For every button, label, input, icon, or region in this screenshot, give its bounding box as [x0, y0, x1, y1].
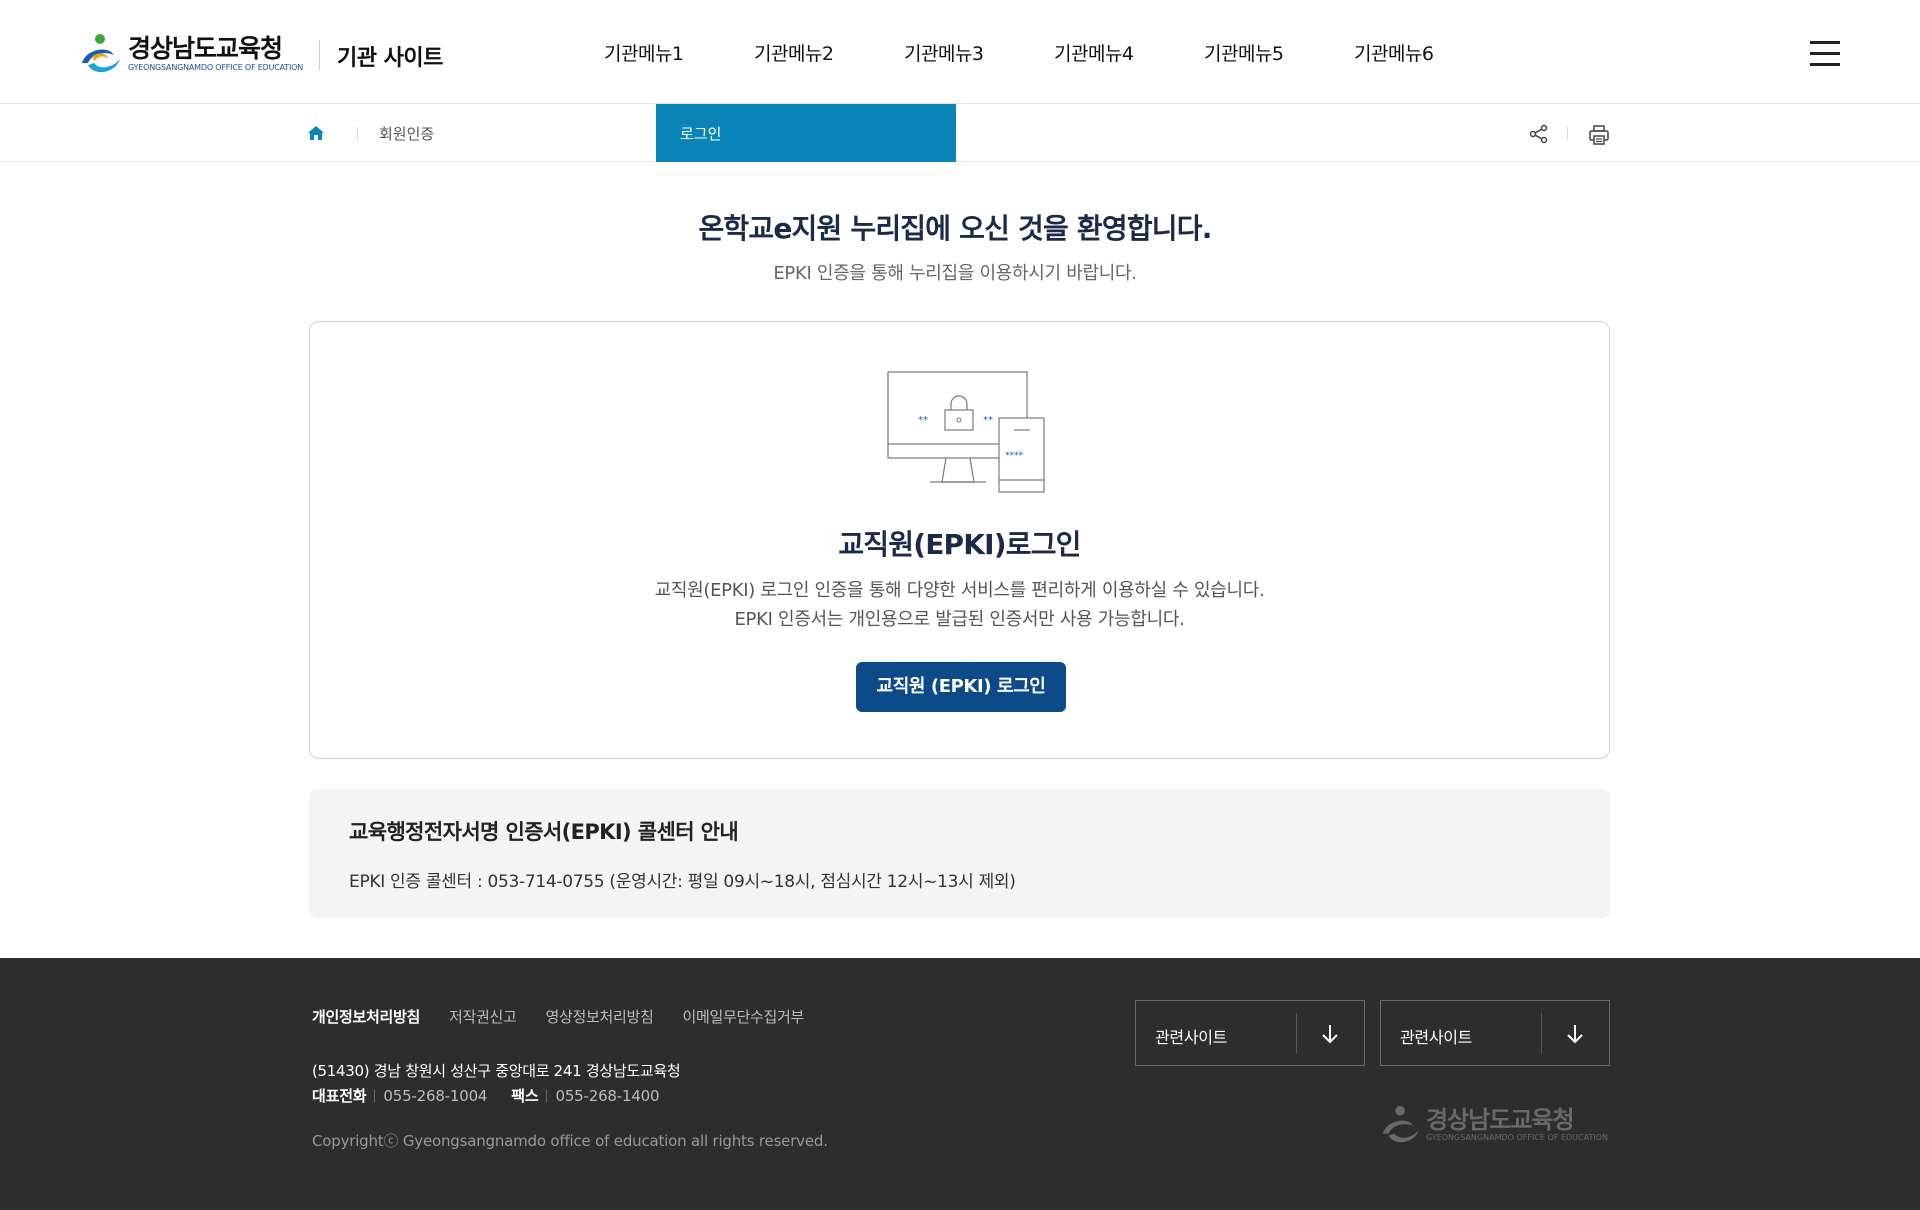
footer-links: 개인정보처리방침 저작권신고 영상정보처리방침 이메일무단수집거부	[312, 1006, 833, 1027]
epki-login-title: 교직원(EPKI)로그인	[838, 528, 1081, 561]
welcome-title: 온학교e지원 누리집에 오신 것을 환영합니다.	[698, 212, 1212, 245]
share-icon[interactable]	[1529, 124, 1549, 144]
logo-text: 경상남도교육청 GYEONGSANGNAMDO OFFICE OF EDUCAT…	[128, 35, 303, 73]
arrow-down-icon	[1567, 1025, 1583, 1044]
footer-logo-korean: 경상남도교육청	[1426, 1106, 1575, 1134]
footer-contact: 대표전화 055-268-1004 팩스 055-268-1400	[312, 1085, 660, 1106]
footer-logo: 경상남도교육청 GYEONGSANGNAMDO OFFICE OF EDUCAT…	[1378, 1105, 1608, 1145]
info-text: EPKI 인증 콜센터 : 053-714-0755 (운영시간: 평일 09시…	[349, 872, 1016, 892]
hamburger-icon[interactable]	[1810, 41, 1840, 67]
nav-menu-2[interactable]: 기관메뉴2	[754, 39, 904, 66]
breadcrumb-category[interactable]: 회원인증	[379, 123, 434, 144]
footer-logo-english: GYEONGSANGNAMDO OFFICE OF EDUCATION	[1426, 1133, 1608, 1142]
info-title: 교육행정전자서명 인증서(EPKI) 콜센터 안내	[349, 820, 739, 844]
footer-copyright: Copyrightⓒ Gyeongsangnamdo office of edu…	[312, 1132, 828, 1150]
site-header: 경상남도교육청 GYEONGSANGNAMDO OFFICE OF EDUCAT…	[0, 0, 1920, 104]
related-sites-label: 관련사이트	[1400, 1028, 1473, 1047]
nav-menu-6[interactable]: 기관메뉴6	[1354, 39, 1504, 66]
contact-separator	[374, 1089, 376, 1102]
computer-lock-icon: ** ** ****	[887, 371, 1045, 493]
logo-emblem-icon	[82, 34, 120, 73]
desc-line-2: EPKI 인증서는 개인용으로 발급된 인증서만 사용 가능합니다.	[734, 609, 1185, 630]
main-navigation: 기관메뉴1 기관메뉴2 기관메뉴3 기관메뉴4 기관메뉴5 기관메뉴6	[604, 39, 1504, 66]
nav-menu-5[interactable]: 기관메뉴5	[1204, 39, 1354, 66]
breadcrumb-separator	[357, 127, 358, 140]
footer-logo-emblem-icon	[1382, 1105, 1420, 1143]
svg-text:**: **	[983, 415, 993, 426]
related-sites-dropdown-1[interactable]: 관련사이트	[1135, 1000, 1365, 1066]
fax-value: 055-268-1400	[555, 1086, 660, 1105]
related-divider	[1296, 1013, 1297, 1053]
fax-label: 팩스	[511, 1087, 539, 1105]
footer-link-privacy-policy[interactable]: 개인정보처리방침	[312, 1006, 420, 1027]
nav-menu-1[interactable]: 기관메뉴1	[604, 39, 754, 66]
tel-value: 055-268-1004	[383, 1086, 488, 1105]
related-sites-dropdown-2[interactable]: 관련사이트	[1380, 1000, 1610, 1066]
epki-login-button[interactable]: 교직원 (EPKI) 로그인	[856, 662, 1066, 712]
util-separator	[1567, 127, 1568, 140]
related-sites-label: 관련사이트	[1155, 1028, 1228, 1047]
nav-menu-4[interactable]: 기관메뉴4	[1054, 39, 1204, 66]
footer-link-video-policy[interactable]: 영상정보처리방침	[546, 1006, 654, 1027]
sub-navigation-bar: 회원인증 로그인	[0, 104, 1920, 162]
home-icon[interactable]	[306, 123, 326, 143]
footer-link-copyright[interactable]: 저작권신고	[449, 1006, 517, 1027]
logo-divider	[319, 40, 320, 70]
footer-link-email-refusal[interactable]: 이메일무단수집거부	[683, 1006, 805, 1027]
related-divider	[1541, 1013, 1542, 1053]
logo-korean: 경상남도교육청	[128, 34, 283, 63]
contact-separator	[546, 1089, 548, 1102]
nav-menu-3[interactable]: 기관메뉴3	[904, 39, 1054, 66]
breadcrumb-current[interactable]: 로그인	[656, 104, 956, 162]
tel-label: 대표전화	[312, 1087, 367, 1105]
print-icon[interactable]	[1588, 124, 1610, 146]
gyeongnam-education-logo[interactable]: 경상남도교육청 GYEONGSANGNAMDO OFFICE OF EDUCAT…	[78, 33, 303, 75]
footer-address: (51430) 경남 창원시 성산구 중앙대로 241 경상남도교육청	[312, 1062, 681, 1080]
epki-callcenter-info: 교육행정전자서명 인증서(EPKI) 콜센터 안내 EPKI 인증 콜센터 : …	[309, 789, 1610, 918]
site-footer: 개인정보처리방침 저작권신고 영상정보처리방침 이메일무단수집거부 (51430…	[0, 958, 1920, 1210]
epki-login-card: ** ** **** 교직원(EPKI)로그인 교직원(EPKI) 로그인 인증…	[309, 321, 1610, 759]
svg-text:****: ****	[1005, 451, 1024, 461]
svg-text:**: **	[918, 415, 928, 426]
welcome-subtitle: EPKI 인증을 통해 누리집을 이용하시기 바랍니다.	[773, 263, 1137, 284]
arrow-down-icon	[1322, 1025, 1338, 1044]
logo-english: GYEONGSANGNAMDO OFFICE OF EDUCATION	[128, 63, 303, 72]
site-name[interactable]: 기관 사이트	[337, 40, 443, 72]
epki-login-description: 교직원(EPKI) 로그인 인증을 통해 다양한 서비스를 편리하게 이용하실 …	[310, 576, 1609, 634]
desc-line-1: 교직원(EPKI) 로그인 인증을 통해 다양한 서비스를 편리하게 이용하실 …	[654, 580, 1265, 601]
